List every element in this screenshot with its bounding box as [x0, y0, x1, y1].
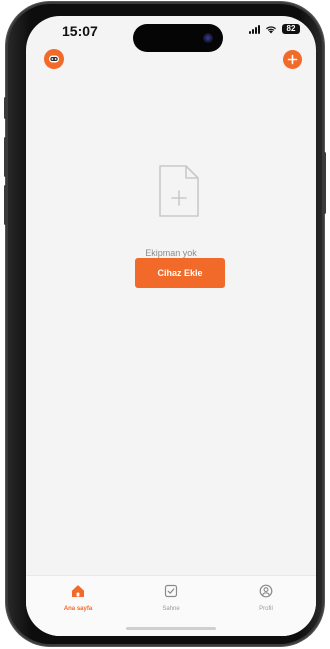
power-button [323, 152, 326, 214]
tab-scene[interactable]: Sahne [141, 584, 201, 612]
mute-switch [4, 97, 7, 119]
plus-icon [287, 54, 298, 65]
battery-icon: 82 [282, 24, 300, 34]
home-icon [72, 585, 84, 597]
home-indicator [126, 627, 216, 630]
checkbox-icon [164, 584, 178, 598]
app-screen: 15:07 82 Ekipman yok Cihaz Ekle Ana sayf… [26, 16, 316, 636]
document-plus-icon [159, 165, 199, 217]
profile-avatar-button[interactable] [44, 49, 64, 69]
tab-home[interactable]: Ana sayfa [48, 584, 108, 612]
tab-scene-label: Sahne [162, 606, 180, 612]
add-device-header-button[interactable] [283, 50, 302, 69]
add-device-button[interactable]: Cihaz Ekle [135, 258, 225, 288]
volume-up-button [4, 137, 7, 177]
status-icons: 82 [249, 24, 300, 34]
phone-frame: 15:07 82 Ekipman yok Cihaz Ekle Ana sayf… [4, 2, 326, 646]
robot-avatar-icon [49, 55, 59, 63]
wifi-icon [266, 25, 276, 33]
front-camera [203, 33, 213, 43]
status-time: 15:07 [62, 23, 98, 39]
dynamic-island [133, 24, 223, 52]
tab-profile[interactable]: Profil [236, 584, 296, 612]
volume-down-button [4, 185, 7, 225]
tab-home-label: Ana sayfa [63, 606, 93, 612]
profile-icon [259, 584, 273, 598]
cellular-signal-icon [249, 24, 260, 34]
empty-state-message: Ekipman yok [145, 248, 197, 258]
bottom-tab-bar: Ana sayfa Sahne Profil [26, 575, 316, 636]
tab-profile-label: Profil [259, 606, 273, 612]
